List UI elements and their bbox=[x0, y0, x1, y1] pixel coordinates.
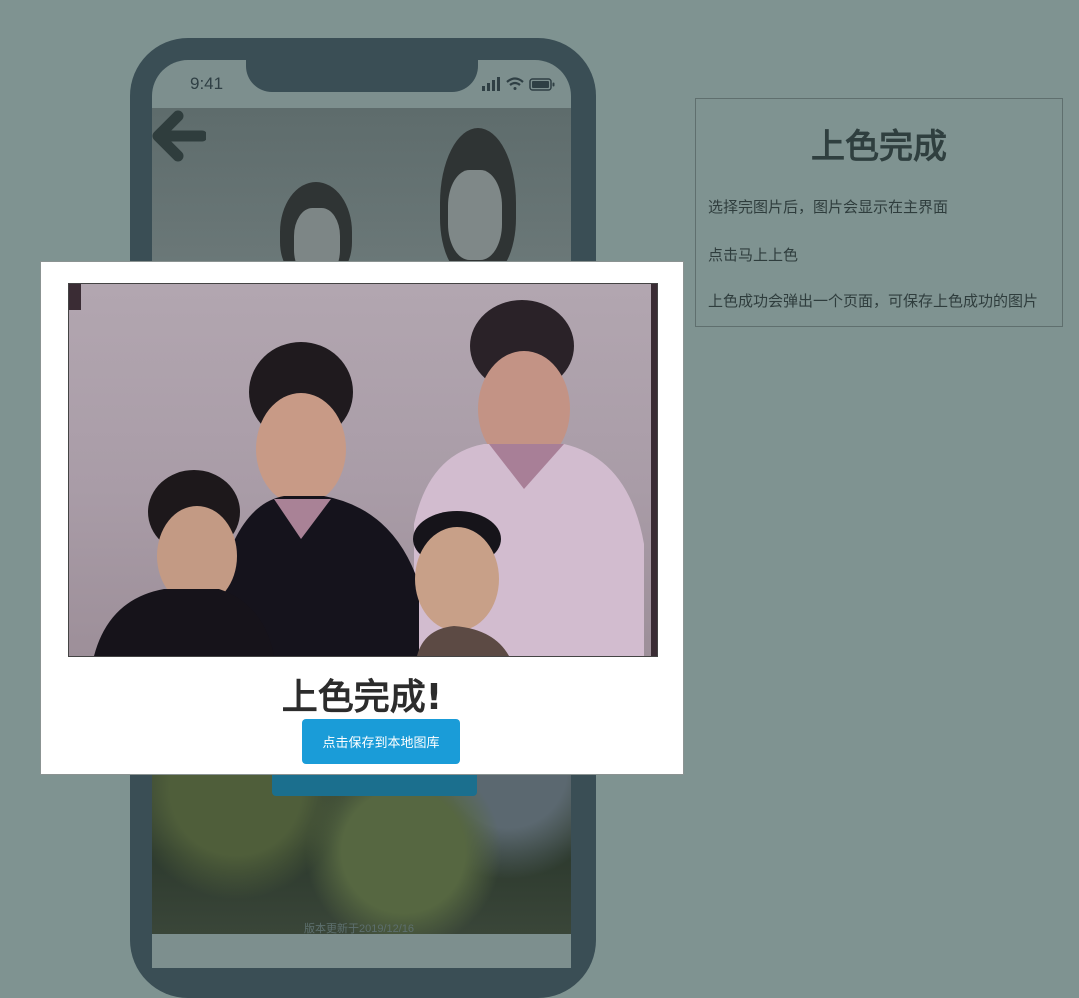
colorize-result-modal: 上色完成! 点击保存到本地图库 bbox=[40, 261, 684, 775]
info-panel: 上色完成 选择完图片后，图片会显示在主界面 点击马上上色 上色成功会弹出一个页面… bbox=[695, 98, 1063, 327]
wifi-icon bbox=[506, 77, 524, 90]
back-arrow-icon[interactable] bbox=[152, 108, 206, 164]
info-line-colorize-now: 点击马上上色 bbox=[708, 246, 799, 264]
save-to-gallery-button[interactable]: 点击保存到本地图库 bbox=[302, 719, 460, 764]
colorize-button-behind-modal bbox=[272, 775, 477, 796]
status-icons bbox=[482, 77, 555, 91]
battery-icon bbox=[529, 78, 555, 91]
original-photo-preview bbox=[152, 108, 571, 282]
version-text: 版本更新于2019/12/16 bbox=[304, 923, 415, 935]
signal-icon bbox=[482, 77, 500, 91]
colorized-photo-illustration bbox=[69, 284, 657, 656]
info-line-select-image: 选择完图片后，图片会显示在主界面 bbox=[708, 198, 949, 216]
modal-title: 上色完成! bbox=[281, 677, 443, 718]
info-panel-title: 上色完成 bbox=[811, 127, 947, 167]
status-time: 9:41 bbox=[190, 74, 224, 93]
info-line-save-result: 上色成功会弹出一个页面，可保存上色成功的图片 bbox=[708, 292, 1039, 310]
screen-bottom bbox=[152, 934, 571, 968]
colorized-photo bbox=[68, 283, 658, 657]
phone-notch bbox=[246, 38, 478, 92]
